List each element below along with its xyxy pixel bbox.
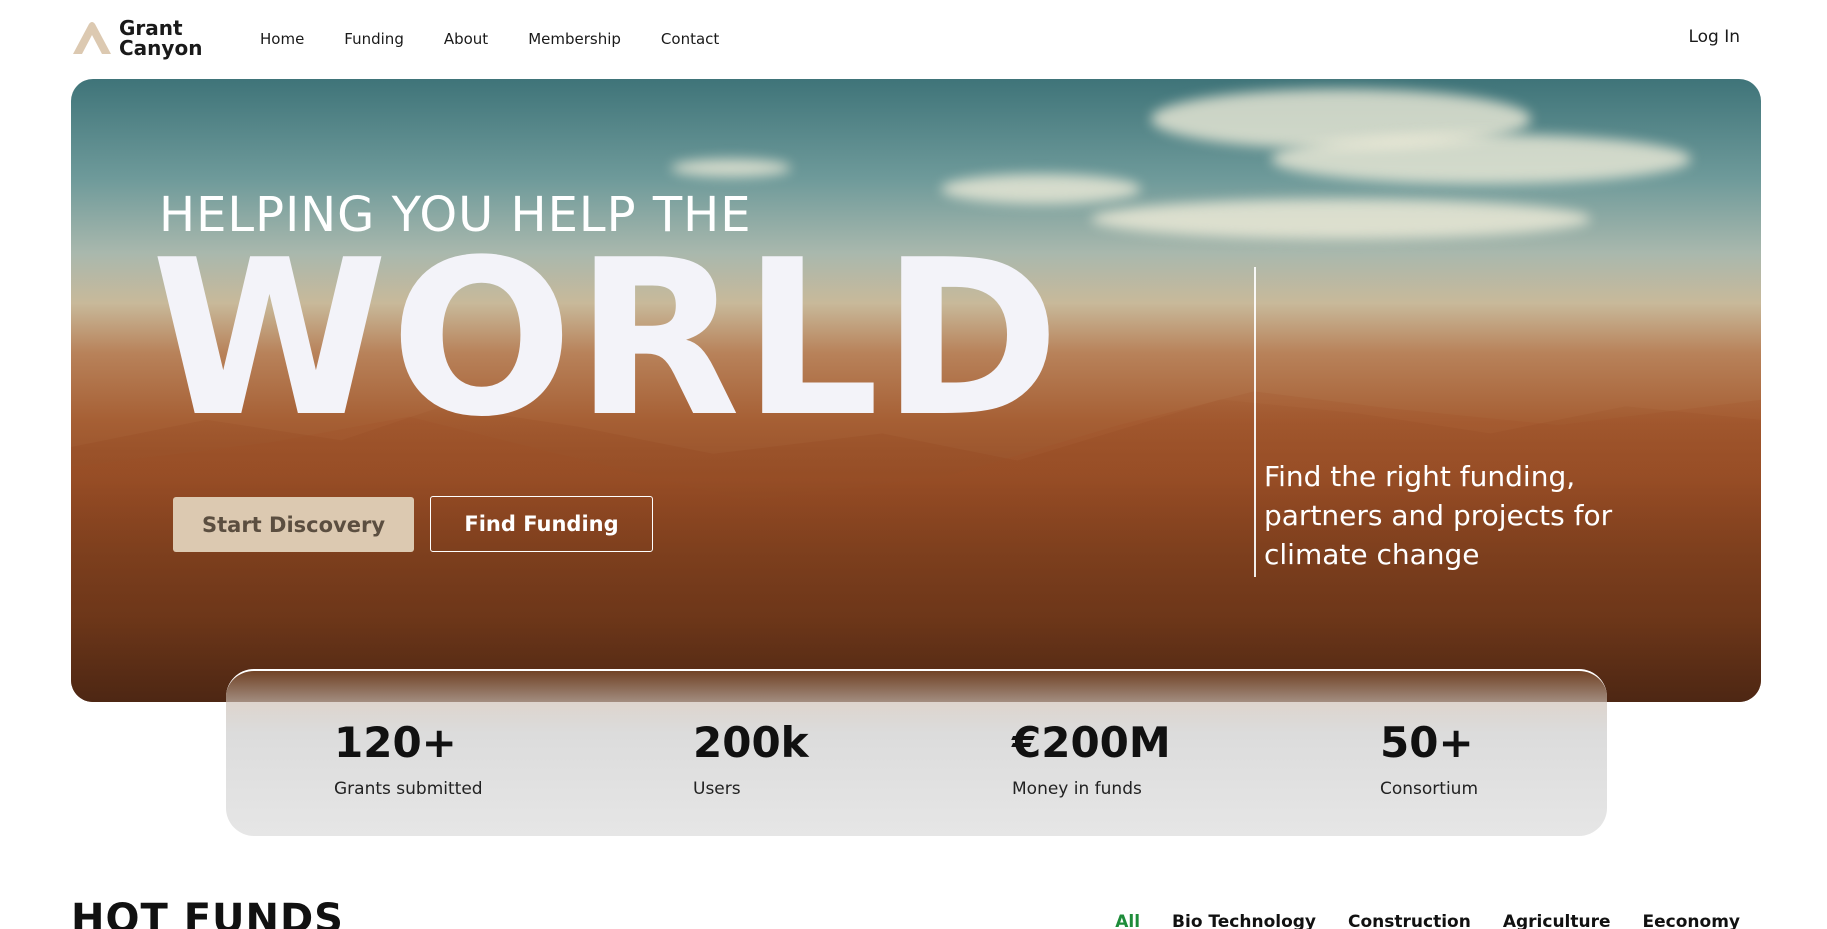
brand-name: Grant Canyon	[119, 18, 202, 58]
login-link[interactable]: Log In	[1688, 27, 1740, 47]
stat-funds: €200M Money in funds	[1012, 718, 1171, 800]
brand-line-2: Canyon	[119, 36, 203, 60]
cloud	[941, 174, 1141, 204]
stat-label: Money in funds	[1012, 779, 1142, 799]
nav-about[interactable]: About	[444, 28, 488, 50]
start-discovery-button[interactable]: Start Discovery	[173, 497, 414, 552]
cloud	[671, 159, 791, 177]
brand-line-1: Grant	[119, 16, 183, 40]
hero-divider	[1254, 267, 1256, 577]
filter-economy[interactable]: Eeconomy	[1643, 912, 1740, 929]
find-funding-button[interactable]: Find Funding	[430, 496, 653, 552]
main-nav: Home Funding About Membership Contact	[260, 28, 759, 50]
stat-value: €200M	[1012, 718, 1171, 767]
nav-funding[interactable]: Funding	[344, 28, 404, 50]
stat-label: Grants submitted	[334, 779, 483, 799]
hero-banner: HELPING YOU HELP THE WORLD Find the righ…	[71, 79, 1761, 702]
stat-value: 120+	[334, 718, 457, 767]
filter-bio-technology[interactable]: Bio Technology	[1172, 912, 1316, 929]
nav-home[interactable]: Home	[260, 28, 304, 50]
stat-value: 200k	[693, 718, 809, 767]
cloud	[1271, 134, 1691, 184]
filter-all[interactable]: All	[1115, 912, 1140, 929]
hero-headline: WORLD	[151, 213, 1062, 464]
page: Grant Canyon Home Funding About Membersh…	[0, 0, 1827, 929]
nav-membership[interactable]: Membership	[528, 28, 621, 50]
fund-filters: All Bio Technology Construction Agricult…	[1115, 912, 1740, 929]
stat-label: Consortium	[1380, 779, 1479, 799]
hero-tagline: Find the right funding, partners and pro…	[1264, 460, 1613, 571]
filter-construction[interactable]: Construction	[1348, 912, 1471, 929]
filter-agriculture[interactable]: Agriculture	[1503, 912, 1611, 929]
stat-grants: 120+ Grants submitted	[334, 718, 483, 800]
cloud	[1091, 199, 1591, 239]
stat-label: Users	[693, 779, 741, 799]
stat-value: 50+	[1380, 718, 1474, 767]
canyon-logo-icon	[73, 22, 111, 54]
site-header: Grant Canyon Home Funding About Membersh…	[0, 0, 1827, 78]
stat-consortium: 50+ Consortium	[1380, 718, 1479, 800]
stat-users: 200k Users	[693, 718, 809, 800]
stats-card: 120+ Grants submitted 200k Users €200M M…	[226, 669, 1607, 836]
brand-logo[interactable]: Grant Canyon	[71, 18, 202, 58]
nav-contact[interactable]: Contact	[661, 28, 719, 50]
hot-funds-title: HOT FUNDS	[71, 896, 344, 929]
